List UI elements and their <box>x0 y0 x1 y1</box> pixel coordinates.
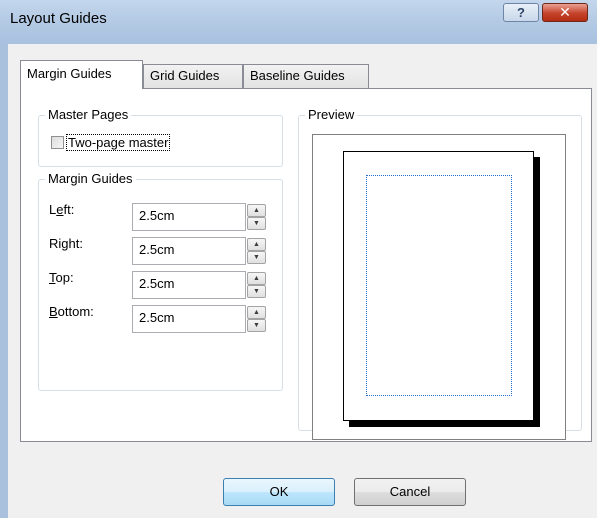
tab-baseline-guides[interactable]: Baseline Guides <box>243 64 369 88</box>
close-icon: ✕ <box>559 4 571 20</box>
tab-margin-guides[interactable]: Margin Guides <box>20 60 143 89</box>
right-label: Right: <box>49 236 83 251</box>
tab-label: Margin Guides <box>27 66 112 81</box>
spin-up-icon[interactable]: ▲ <box>247 272 266 285</box>
spin-down-icon[interactable]: ▼ <box>247 319 266 332</box>
tab-grid-guides[interactable]: Grid Guides <box>143 64 243 88</box>
right-margin-spin-buttons: ▲ ▼ <box>246 237 268 265</box>
master-pages-group-label: Master Pages <box>45 107 132 122</box>
two-page-master-checkbox[interactable] <box>51 136 64 149</box>
top-margin-spin-buttons: ▲ ▼ <box>246 271 268 299</box>
help-icon: ? <box>517 5 525 20</box>
bottom-label-post: ottom: <box>57 304 94 319</box>
left-margin-input[interactable]: 2.5cm <box>132 203 246 231</box>
spin-up-icon[interactable]: ▲ <box>247 204 266 217</box>
preview-group-label: Preview <box>305 107 358 122</box>
tab-label: Baseline Guides <box>250 68 345 83</box>
bottom-label-access-key: B <box>49 304 58 319</box>
dialog-client-area: Margin Guides Grid Guides Baseline Guide… <box>8 44 597 518</box>
right-label-post: ht: <box>68 236 83 251</box>
margin-guides-group-label: Margin Guides <box>45 171 136 186</box>
two-page-master-label[interactable]: Two-page master <box>66 134 171 151</box>
spin-down-icon[interactable]: ▼ <box>247 251 266 264</box>
layout-guides-dialog: Layout Guides ? ✕ Margin Guides Grid Gui… <box>0 0 597 518</box>
spin-down-icon[interactable]: ▼ <box>247 217 266 230</box>
margin-guides-panel: Master Pages Two-page master Margin Guid… <box>20 88 592 442</box>
right-label-access-key: g <box>61 236 69 251</box>
top-margin-input[interactable]: 2.5cm <box>132 271 246 299</box>
bottom-margin-spinner: 2.5cm ▲ ▼ <box>132 305 270 333</box>
ok-button[interactable]: OK <box>223 478 335 506</box>
top-label: Top: <box>49 270 74 285</box>
bottom-label: Bottom: <box>49 304 94 319</box>
margin-guide-outline <box>366 175 512 396</box>
right-label-pre: Ri <box>49 236 62 251</box>
page-preview <box>343 151 534 421</box>
cancel-button[interactable]: Cancel <box>354 478 466 506</box>
tab-strip: Margin Guides Grid Guides Baseline Guide… <box>8 44 597 89</box>
help-button[interactable]: ? <box>503 3 539 22</box>
top-label-post: op: <box>55 270 74 285</box>
left-margin-spinner: 2.5cm ▲ ▼ <box>132 203 270 231</box>
preview-group: Preview <box>298 107 582 440</box>
right-margin-input[interactable]: 2.5cm <box>132 237 246 265</box>
spin-up-icon[interactable]: ▲ <box>247 238 266 251</box>
left-label: Left: <box>49 202 74 217</box>
margin-guides-group: Margin Guides Left: 2.5cm ▲ ▼ Right: 2.5… <box>38 171 283 391</box>
top-margin-spinner: 2.5cm ▲ ▼ <box>132 271 270 299</box>
left-margin-spin-buttons: ▲ ▼ <box>246 203 268 231</box>
spin-up-icon[interactable]: ▲ <box>247 306 266 319</box>
spin-down-icon[interactable]: ▼ <box>247 285 266 298</box>
title-bar[interactable]: Layout Guides ? ✕ <box>0 0 597 44</box>
left-label-post: ft: <box>63 202 75 217</box>
bottom-margin-input[interactable]: 2.5cm <box>132 305 246 333</box>
bottom-margin-spin-buttons: ▲ ▼ <box>246 305 268 333</box>
tab-label: Grid Guides <box>150 68 220 83</box>
window-title: Layout Guides <box>10 10 107 27</box>
master-pages-group: Master Pages Two-page master <box>38 107 283 167</box>
close-button[interactable]: ✕ <box>542 3 588 22</box>
preview-area <box>312 134 566 440</box>
right-margin-spinner: 2.5cm ▲ ▼ <box>132 237 270 265</box>
